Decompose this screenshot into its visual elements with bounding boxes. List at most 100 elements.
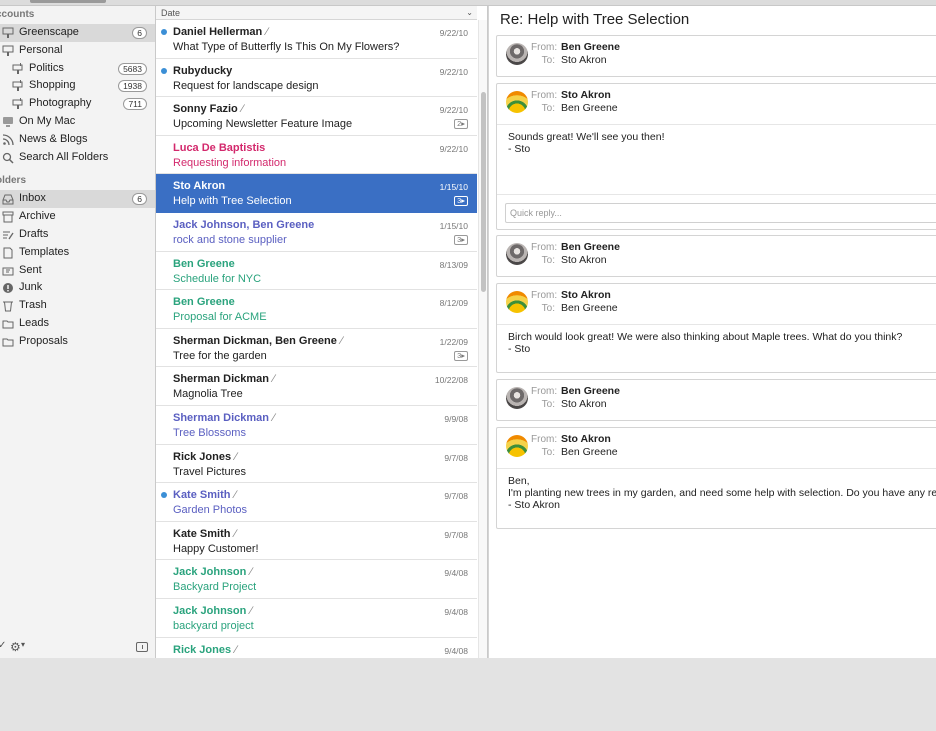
thread-count-badge[interactable]: 2▸ bbox=[454, 119, 468, 130]
from-label: From: bbox=[531, 434, 558, 445]
thread-count-badge[interactable]: 3▸ bbox=[454, 196, 468, 207]
message-row[interactable]: Rubyducky Request for landscape design 9/2… bbox=[156, 58, 477, 98]
sidebar-item-on-my-mac[interactable]: On My Mac bbox=[0, 113, 155, 131]
accounts-header: ccounts bbox=[0, 9, 35, 20]
message-sender: Sto Akron bbox=[173, 180, 225, 192]
sidebar-item-label: Personal bbox=[19, 43, 63, 56]
message-date: 9/7/08 bbox=[444, 452, 468, 463]
sender-name: Ben Greene bbox=[561, 41, 620, 53]
folders-header: olders bbox=[0, 175, 27, 187]
folders-list: Inbox 6 Archive Drafts Templates Sent Junk Tras… bbox=[0, 190, 155, 350]
scrollbar-thumb[interactable] bbox=[481, 92, 486, 292]
sidebar-item-junk[interactable]: Junk bbox=[0, 279, 155, 297]
sidebar-item-archive[interactable]: Archive bbox=[0, 208, 155, 226]
folder-icon bbox=[2, 318, 14, 330]
paperclip-icon: ∕ bbox=[250, 566, 253, 579]
sidebar-item-inbox[interactable]: Inbox 6 bbox=[0, 190, 155, 209]
sender-name: Ben Greene bbox=[561, 241, 620, 253]
sidebar-item-photography[interactable]: Photography 711 bbox=[0, 95, 155, 113]
sidebar: ccounts Greenscape 6 Personal Politics 5683 S… bbox=[0, 6, 156, 658]
list-sort-header[interactable]: Date ⌄ bbox=[156, 6, 477, 20]
message-date: 9/4/08 bbox=[444, 645, 468, 656]
thread-message[interactable]: From: Sto Akron To: Ben Greene Ben, I'm plant… bbox=[496, 427, 936, 529]
thread-message[interactable]: From: Ben Greene To: Sto Akron bbox=[496, 35, 936, 77]
sidebar-item-greenscape[interactable]: Greenscape 6 bbox=[0, 24, 155, 42]
message-subject: What Type of Butterfly Is This On My Flo… bbox=[173, 41, 400, 53]
unread-count-badge: 6 bbox=[132, 193, 147, 206]
message-row[interactable]: Jack Johnson ∕ backyard project 9/4/08 bbox=[156, 598, 477, 638]
sidebar-item-proposals[interactable]: Proposals bbox=[0, 333, 155, 351]
message-sender: Rick Jones ∕ bbox=[173, 451, 237, 463]
thread-title: Re: Help with Tree Selection bbox=[500, 11, 690, 28]
message-row[interactable]: Jack Johnson, Ben Greene rock and stone s… bbox=[156, 212, 477, 252]
sidebar-item-politics[interactable]: Politics 5683 bbox=[0, 60, 155, 78]
thread-message[interactable]: From: Ben Greene To: Sto Akron bbox=[496, 235, 936, 277]
body-line: Birch would look great! We were also thi… bbox=[508, 331, 903, 343]
list-scrollbar[interactable] bbox=[478, 20, 487, 658]
sender-name: Sto Akron bbox=[561, 89, 611, 101]
thread-count-badge[interactable]: 3▸ bbox=[454, 350, 468, 361]
sidebar-item-label: Trash bbox=[19, 299, 47, 312]
message-row[interactable]: Sherman Dickman, Ben Greene ∕ Tree for the… bbox=[156, 328, 477, 368]
body-line: - Sto bbox=[508, 343, 531, 355]
message-date: 8/13/09 bbox=[439, 259, 468, 270]
message-subject: rock and stone supplier bbox=[173, 233, 287, 246]
message-row[interactable]: Luca De Baptistis Requesting information 9… bbox=[156, 135, 477, 175]
message-row[interactable]: Ben Greene Proposal for ACME 8/12/09 bbox=[156, 290, 477, 329]
message-row[interactable]: Sherman Dickman ∕ Tree Blossoms 9/9/08 bbox=[156, 405, 477, 445]
message-row[interactable]: Rick Jones ∕ 9/4/08 bbox=[156, 637, 477, 658]
recipient-name: Sto Akron bbox=[561, 254, 607, 266]
sidebar-item-search-all-folders[interactable]: Search All Folders bbox=[0, 149, 155, 167]
sidebar-item-trash[interactable]: Trash bbox=[0, 297, 155, 315]
thread-message[interactable]: From: Ben Greene To: Sto Akron bbox=[496, 379, 936, 421]
sidebar-item-shopping[interactable]: Shopping 1938 bbox=[0, 77, 155, 95]
message-row[interactable]: Ben Greene Schedule for NYC 8/13/09 bbox=[156, 251, 477, 291]
sent-icon bbox=[2, 265, 14, 277]
thread-count-badge[interactable]: 3▸ bbox=[454, 234, 468, 245]
sender-text: Sonny Fazio bbox=[173, 103, 238, 116]
message-row[interactable]: Sonny Fazio ∕ Upcoming Newsletter Feature … bbox=[156, 97, 477, 136]
to-label: To: bbox=[541, 55, 555, 66]
sidebar-item-news-blogs[interactable]: News & Blogs bbox=[0, 131, 155, 149]
sidebar-item-label: Search All Folders bbox=[19, 150, 109, 163]
message-date: 8/12/09 bbox=[439, 298, 468, 309]
message-row[interactable]: Daniel Hellerman ∕ What Type of Butterfly … bbox=[156, 20, 477, 59]
message-subject: Upcoming Newsletter Feature Image bbox=[173, 118, 353, 131]
to-label: To: bbox=[541, 303, 555, 314]
message-row[interactable]: Jack Johnson ∕ Backyard Project 9/4/08 bbox=[156, 560, 477, 599]
recipient-name: Sto Akron bbox=[561, 398, 607, 410]
accounts-list: Greenscape 6 Personal Politics 5683 Shopping 1… bbox=[0, 24, 155, 166]
check-icon[interactable]: ✓ bbox=[0, 640, 6, 651]
message-row[interactable]: Rick Jones ∕ Travel Pictures 9/7/08 bbox=[156, 444, 477, 484]
message-sender: Kate Smith ∕ bbox=[173, 528, 236, 540]
body-line: - Sto Akron bbox=[508, 499, 560, 511]
unread-count-badge: 5683 bbox=[118, 62, 147, 75]
sidebar-toggle-icon[interactable] bbox=[136, 642, 148, 652]
message-subject: Travel Pictures bbox=[173, 465, 246, 478]
message-subject: Help with Tree Selection bbox=[173, 195, 292, 208]
message-subject: Schedule for NYC bbox=[173, 272, 262, 285]
thread-message[interactable]: From: Sto Akron To: Ben Greene Birch would l… bbox=[496, 283, 936, 373]
sidebar-item-label: Sent bbox=[19, 263, 42, 276]
message-row[interactable]: Kate Smith ∕ Happy Customer! 9/7/08 bbox=[156, 521, 477, 561]
sidebar-item-sent[interactable]: Sent bbox=[0, 262, 155, 280]
chevron-down-icon[interactable]: ▾ bbox=[21, 640, 25, 649]
message-row[interactable]: Kate Smith ∕ Garden Photos 9/7/08 bbox=[156, 483, 477, 522]
sender-text: Rubyducky bbox=[173, 64, 233, 77]
unread-dot-icon bbox=[161, 29, 167, 35]
thread-message[interactable]: From: Sto Akron To: Ben Greene Sounds great!… bbox=[496, 83, 936, 230]
sidebar-item-templates[interactable]: Templates bbox=[0, 244, 155, 262]
trash-icon bbox=[2, 300, 14, 312]
message-row[interactable]: Sherman Dickman ∕ Magnolia Tree 10/22/08 bbox=[156, 367, 477, 406]
sidebar-item-label: Proposals bbox=[19, 334, 68, 347]
sidebar-item-drafts[interactable]: Drafts bbox=[0, 226, 155, 244]
quick-reply-input[interactable]: Quick reply... bbox=[505, 203, 936, 223]
paperclip-icon: ∕ bbox=[272, 373, 275, 386]
gear-icon[interactable]: ⚙ bbox=[10, 640, 21, 654]
sidebar-item-personal[interactable]: Personal bbox=[0, 42, 155, 60]
message-row[interactable]: Sto Akron Help with Tree Selection 1/15/10… bbox=[156, 174, 477, 213]
sidebar-item-label: Drafts bbox=[19, 227, 49, 240]
sort-chevron-icon[interactable]: ⌄ bbox=[466, 6, 473, 20]
message-subject: Request for landscape design bbox=[173, 79, 319, 92]
sidebar-item-leads[interactable]: Leads bbox=[0, 315, 155, 333]
